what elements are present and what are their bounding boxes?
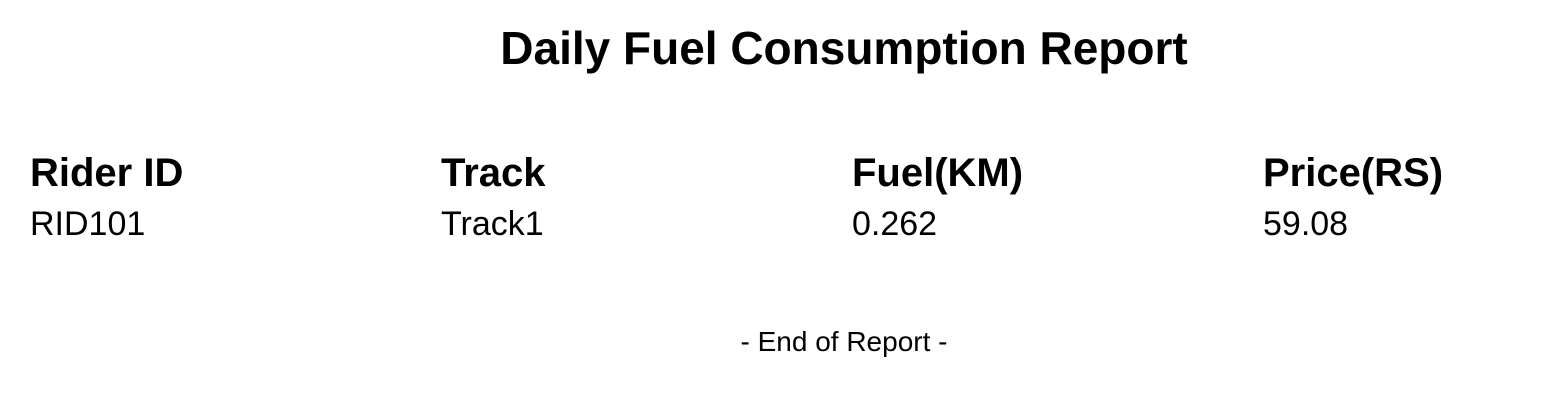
table-cell-price: 59.08 (1263, 205, 1349, 243)
column-header-price: Price(RS) (1263, 151, 1444, 195)
column-header-rider-id: Rider ID (30, 151, 184, 195)
table-cell-fuel: 0.262 (852, 205, 938, 243)
table-cell-rider-id: RID101 (30, 205, 146, 243)
report-table: Rider ID Track Fuel(KM) Price(RS) RID101… (30, 148, 1523, 246)
report-title: Daily Fuel Consumption Report (500, 22, 1188, 74)
table-cell-track: Track1 (441, 205, 544, 243)
column-header-track: Track (441, 151, 546, 195)
report-footer: - End of Report - (740, 326, 948, 357)
column-header-fuel: Fuel(KM) (852, 151, 1024, 195)
